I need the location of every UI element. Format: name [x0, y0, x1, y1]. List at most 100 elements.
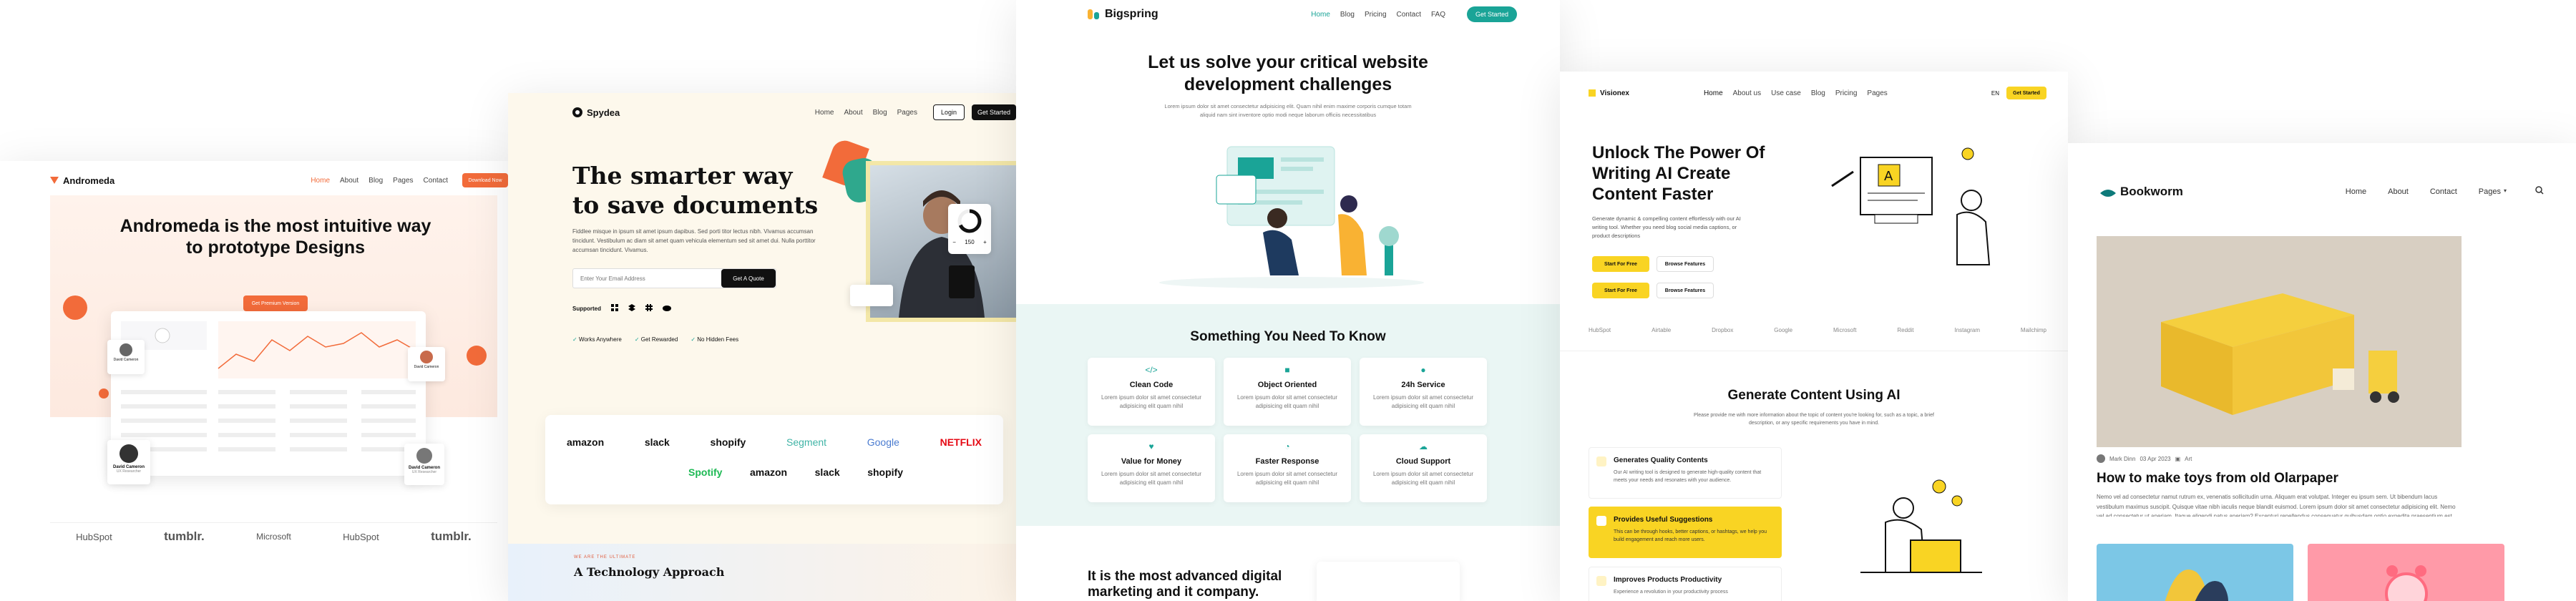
bookworm-logo[interactable]: Bookworm — [2100, 185, 2183, 199]
section-title: A Technology Approach — [574, 565, 725, 579]
feature-title: Faster Response — [1255, 457, 1319, 466]
visionex-nav-blog[interactable]: Blog — [1811, 89, 1825, 97]
andromeda-template-preview: Andromeda Home About Blog Pages Contact … — [0, 161, 512, 601]
code-icon: </> — [1145, 365, 1158, 375]
check-icon: ✓ — [572, 336, 579, 343]
feature-desc: Lorem ipsum dolor sit amet consectetur a… — [1372, 471, 1474, 486]
browse-features-button[interactable]: Browse Features — [1657, 283, 1714, 298]
lightbulb-icon — [1596, 516, 1606, 526]
supported-label: Supported — [572, 305, 601, 312]
partners-row-1: amazon slack shopify Segment Google NETF… — [567, 436, 982, 448]
andromeda-nav: Home About Blog Pages Contact — [301, 177, 448, 185]
andromeda-header: Andromeda Home About Blog Pages Contact … — [50, 170, 508, 191]
spydea-checklist: ✓ Works Anywhere ✓ Get Rewarded ✓ No Hid… — [572, 336, 738, 343]
email-input[interactable] — [573, 275, 721, 282]
visionex-logo[interactable]: Visionex — [1589, 89, 1629, 97]
increment-button[interactable]: + — [983, 239, 987, 245]
spydea-headline: The smarter way to save documents — [572, 161, 818, 220]
bigspring-get-started-button[interactable]: Get Started — [1467, 6, 1517, 22]
features-title: Something You Need To Know — [1190, 329, 1386, 344]
chart-icon — [1596, 576, 1606, 586]
start-free-button[interactable]: Start For Free — [1592, 283, 1649, 298]
visionex-nav-home[interactable]: Home — [1704, 89, 1723, 97]
spydea-logo-text: Spydea — [587, 107, 620, 118]
search-icon[interactable] — [2535, 185, 2544, 198]
spydea-nav-blog[interactable]: Blog — [873, 109, 887, 117]
profile-card-top-right: David Cameron — [408, 347, 445, 381]
visionex-nav-about[interactable]: About us — [1733, 89, 1761, 97]
post-author[interactable]: Mark Dinn — [2109, 456, 2135, 462]
decor-orange-circle — [63, 295, 87, 320]
bigspring-nav-pricing[interactable]: Pricing — [1365, 11, 1387, 19]
andromeda-premium-button[interactable]: Get Premium Version — [243, 295, 308, 311]
profile-card-bottom-left: David Cameron UX Researcher — [107, 440, 150, 484]
partner-logo-segment: Segment — [786, 436, 827, 448]
bigspring-nav-contact[interactable]: Contact — [1397, 11, 1421, 19]
andromeda-nav-about[interactable]: About — [340, 177, 358, 185]
bigspring-logo[interactable]: Bigspring — [1088, 8, 1158, 21]
feature-title: Clean Code — [1129, 381, 1174, 389]
browse-features-button[interactable]: Browse Features — [1657, 256, 1714, 272]
andromeda-logo[interactable]: Andromeda — [50, 175, 114, 186]
feature-card: ♥ Value for Money Lorem ipsum dolor sit … — [1088, 434, 1215, 502]
spydea-get-started-button[interactable]: Get Started — [972, 104, 1016, 120]
andromeda-download-button[interactable]: Download Now — [462, 173, 508, 187]
windows-icon — [611, 302, 618, 315]
post-date: 03 Apr 2023 — [2140, 455, 2171, 462]
bookworm-logo-icon — [2100, 186, 2116, 197]
visionex-get-started-button[interactable]: Get Started — [2006, 87, 2046, 99]
decrement-button[interactable]: − — [952, 239, 956, 245]
cloud-icon — [663, 302, 671, 315]
profile-card-top-left: David Cameron — [107, 340, 145, 374]
bigspring-paragraph: Lorem ipsum dolor sit amet consectetur a… — [1164, 103, 1412, 118]
post-title[interactable]: How to make toys from old Olarpaper — [2097, 471, 2338, 487]
visionex-cta-row-1: Start For Free Browse Features — [1592, 256, 1714, 272]
bookworm-nav-contact[interactable]: Contact — [2430, 187, 2457, 196]
feature-desc: Lorem ipsum dolor sit amet consectetur a… — [1101, 394, 1202, 409]
spydea-nav-pages[interactable]: Pages — [897, 109, 917, 117]
andromeda-logo-text: Andromeda — [63, 175, 115, 186]
notification-widget — [850, 285, 893, 306]
spydea-nav: Home About Blog Pages — [805, 109, 917, 117]
bookworm-nav-pages[interactable]: Pages — [2479, 187, 2501, 196]
spydea-nav-about[interactable]: About — [844, 109, 862, 117]
post-featured-image[interactable] — [2097, 236, 2462, 447]
andromeda-nav-home[interactable]: Home — [311, 177, 330, 185]
feature-item[interactable]: Generates Quality Contents Our AI writin… — [1589, 447, 1782, 499]
partner-logo-slack: slack — [644, 436, 670, 448]
post-thumbnail[interactable] — [2308, 544, 2504, 601]
post-category[interactable]: Art — [2185, 456, 2192, 462]
visionex-nav-usecase[interactable]: Use case — [1771, 89, 1801, 97]
feature-item[interactable]: Improves Products Productivity Experienc… — [1589, 567, 1782, 601]
andromeda-nav-pages[interactable]: Pages — [393, 177, 413, 185]
start-free-button[interactable]: Start For Free — [1592, 256, 1649, 272]
spydea-nav-home[interactable]: Home — [815, 109, 834, 117]
bigspring-nav-faq[interactable]: FAQ — [1431, 11, 1445, 19]
check-item: ✓ Get Rewarded — [634, 336, 678, 343]
andromeda-dashboard-mock — [111, 311, 426, 476]
andromeda-nav-blog[interactable]: Blog — [369, 177, 383, 185]
visionex-nav-pages[interactable]: Pages — [1867, 89, 1887, 97]
bigspring-nav-home[interactable]: Home — [1311, 11, 1330, 19]
visionex-nav: Home About us Use case Blog Pricing Page… — [1694, 89, 1888, 97]
bookworm-nav-about[interactable]: About — [2388, 187, 2409, 196]
visionex-logo-icon — [1589, 89, 1596, 97]
andromeda-nav-contact[interactable]: Contact — [424, 177, 448, 185]
get-quote-button[interactable]: Get A Quote — [721, 269, 776, 288]
dashboard-illustration — [121, 321, 416, 451]
spydea-logo[interactable]: Spydea — [572, 107, 620, 118]
bookworm-nav-home[interactable]: Home — [2346, 187, 2366, 196]
feature-item-active[interactable]: Provides Useful Suggestions This can be … — [1589, 507, 1782, 558]
bigspring-nav: Home Blog Pricing Contact FAQ — [1301, 11, 1445, 19]
visionex-nav-pricing[interactable]: Pricing — [1835, 89, 1858, 97]
doc-icon — [1596, 456, 1606, 466]
client-logo-dropbox: Dropbox — [1712, 327, 1734, 333]
partner-logo-google: Google — [867, 436, 899, 448]
check-item: ✓ No Hidden Fees — [691, 336, 739, 343]
language-select[interactable]: EN — [1991, 90, 1999, 97]
andromeda-logo-icon — [50, 177, 59, 184]
person-role: UX Researcher — [116, 469, 142, 474]
spydea-login-button[interactable]: Login — [933, 104, 965, 120]
post-thumbnail[interactable] — [2097, 544, 2293, 601]
bigspring-nav-blog[interactable]: Blog — [1340, 11, 1355, 19]
